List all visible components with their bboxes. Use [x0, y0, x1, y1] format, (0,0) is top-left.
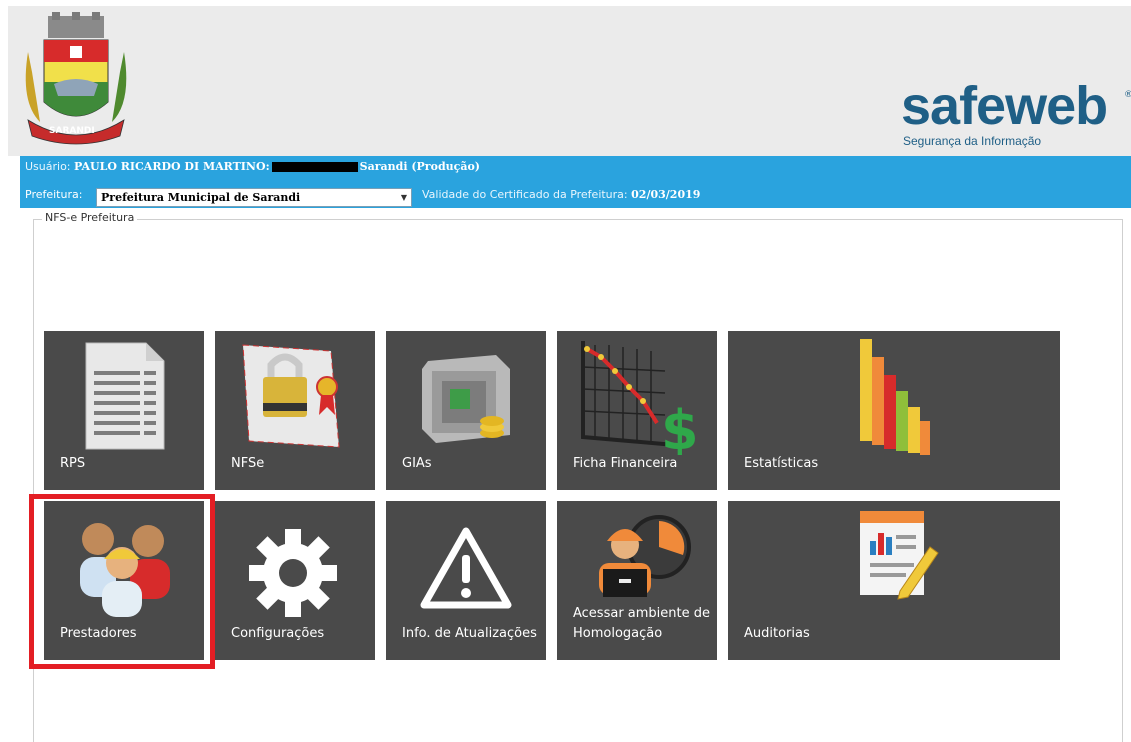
gear-icon [249, 529, 337, 617]
prefeitura-row: Prefeitura: [25, 188, 82, 201]
group-legend: NFS-e Prefeitura [42, 211, 138, 224]
tile-rps[interactable]: RPS [44, 331, 204, 490]
tile-label: Auditorias [744, 626, 810, 641]
document-spreadsheet-icon [85, 342, 165, 450]
safe-with-money-icon [422, 355, 510, 443]
tile-estatisticas[interactable]: Estatísticas [728, 331, 1060, 490]
tile-label: NFSe [231, 456, 265, 471]
tile-nfse[interactable]: NFSe [215, 331, 375, 490]
tile-auditorias[interactable]: Auditorias [728, 501, 1060, 660]
user-label: Usuário: [25, 160, 71, 173]
secure-document-icon [242, 344, 340, 448]
user-info-bar: Usuário: PAULO RICARDO DI MARTINO: Sarand… [20, 156, 1131, 208]
financial-chart-icon: $ [581, 341, 695, 455]
registered-mark: ® [1124, 90, 1131, 100]
brand-name: safeweb [901, 76, 1108, 136]
user-name: PAULO RICARDO DI MARTINO: [74, 160, 270, 173]
warning-icon [420, 527, 512, 609]
crest-banner-text: SARANDI [49, 126, 95, 136]
brand-tagline: Segurança da Informação [903, 134, 1042, 148]
tile-label: Estatísticas [744, 456, 819, 471]
environment-name: Sarandi (Produção) [359, 160, 480, 173]
redacted-block [271, 162, 358, 172]
tile-info-atualizacoes[interactable]: Info. de Atualizações [386, 501, 546, 660]
tile-label: Configurações [231, 626, 325, 641]
tile-homologacao[interactable]: Acessar ambiente de Homologação [557, 501, 717, 660]
prefeitura-select[interactable]: Prefeitura Municipal de Sarandi ▼ [96, 188, 412, 207]
bar-chart-icon [860, 339, 930, 455]
prefeitura-label: Prefeitura: [25, 188, 83, 201]
safeweb-logo: safeweb ® Segurança da Informação [901, 76, 1131, 156]
validity-date: 02/03/2019 [631, 188, 701, 201]
prefeitura-selected-value: Prefeitura Municipal de Sarandi [101, 191, 301, 204]
svg-text:$: $ [661, 399, 695, 455]
tile-label: Ficha Financeira [573, 456, 678, 471]
validity-label: Validade do Certificado da Prefeitura: [422, 188, 628, 201]
tile-label: Info. de Atualizações [402, 626, 537, 641]
tile-label: Acessar ambiente de Homologação [573, 606, 711, 641]
worker-laptop-icon [599, 515, 691, 597]
tile-ficha-financeira[interactable]: $ Ficha Financeira [557, 331, 717, 490]
certificate-validity: Validade do Certificado da Prefeitura: 0… [422, 188, 700, 201]
tile-label: GIAs [402, 456, 432, 471]
dropdown-arrow-icon[interactable]: ▼ [401, 192, 407, 202]
highlight-box [29, 494, 215, 669]
report-edit-icon [860, 511, 939, 600]
tile-configuracoes[interactable]: Configurações [215, 501, 375, 660]
user-row: Usuário: PAULO RICARDO DI MARTINO: Sarand… [25, 160, 480, 173]
tile-label: RPS [60, 456, 86, 471]
tile-gias[interactable]: GIAs [386, 331, 546, 490]
app-header: SARANDI safeweb ® Segurança da Informaçã… [8, 6, 1131, 156]
